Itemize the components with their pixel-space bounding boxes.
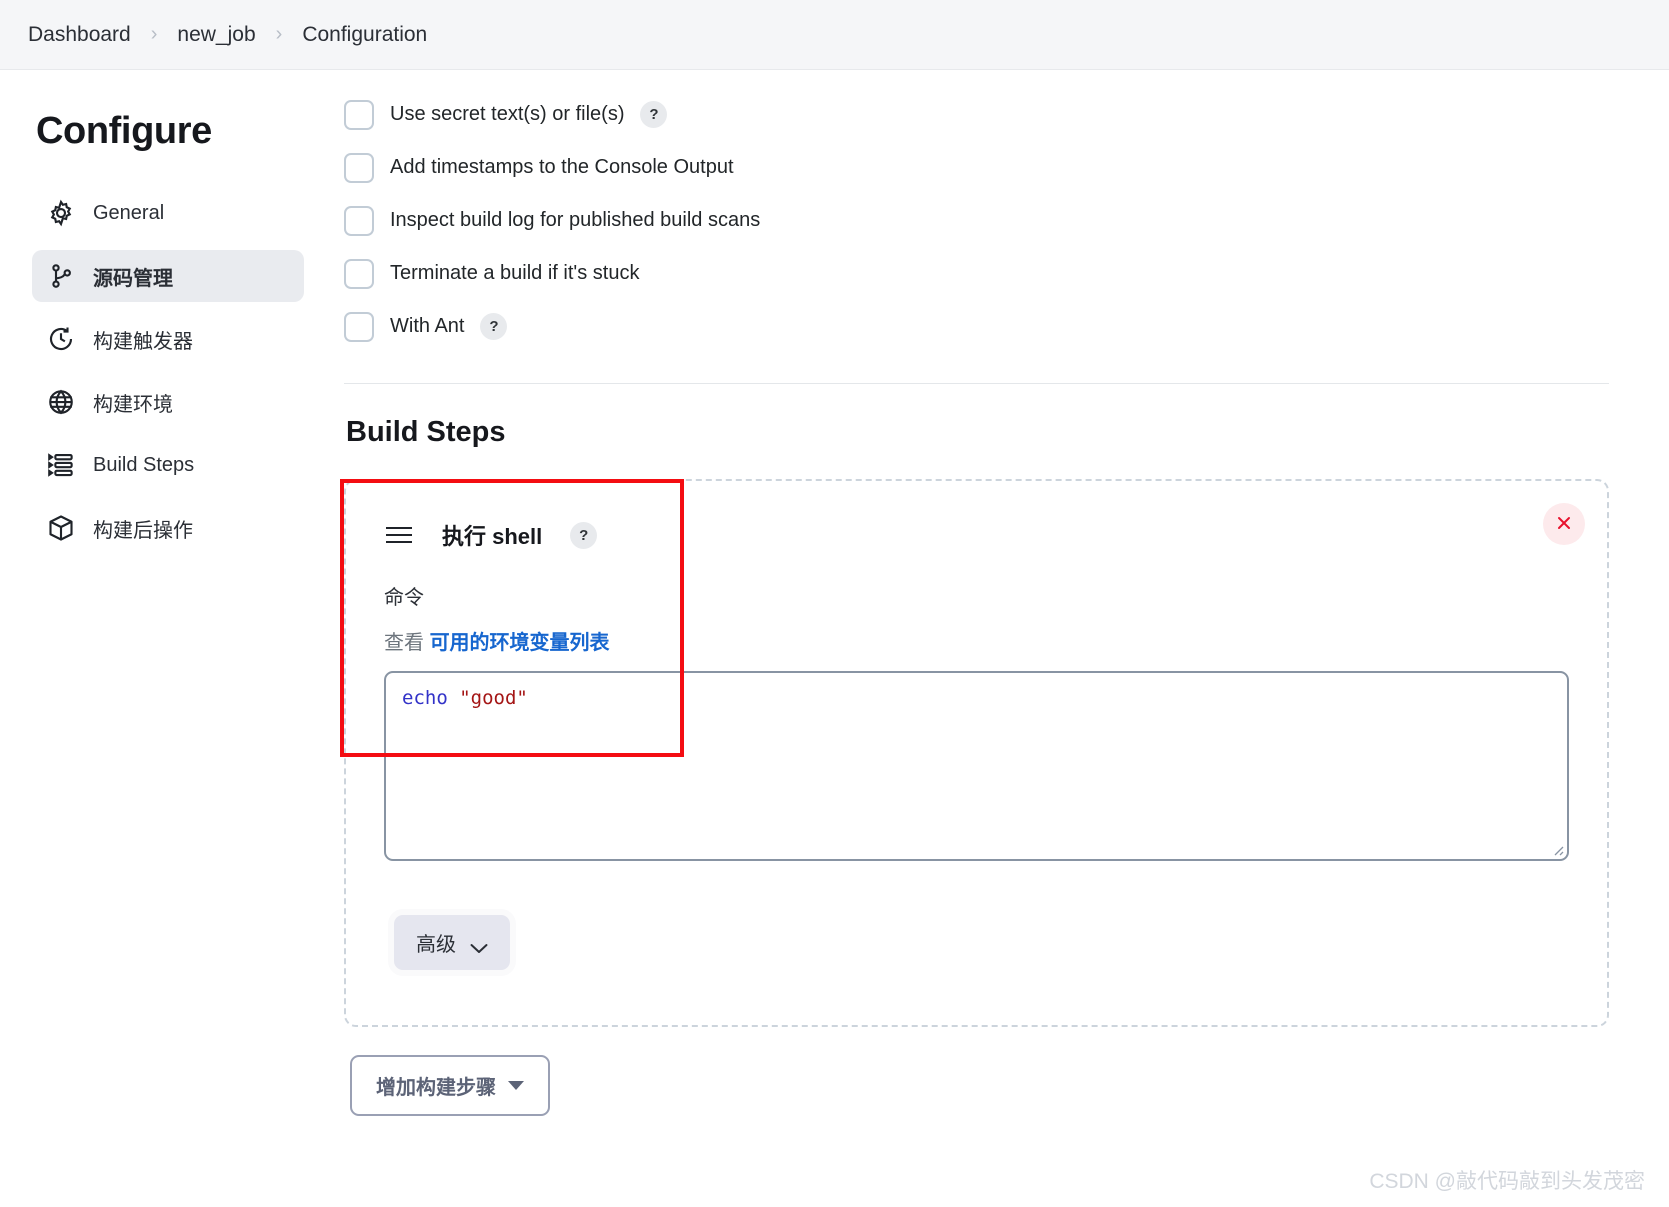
env-hint-prefix: 查看 xyxy=(384,632,424,654)
sidebar-item-label: 构建后操作 xyxy=(93,519,193,542)
textarea-resize-handle[interactable] xyxy=(1550,842,1564,856)
env-variables-hint: 查看 可用的环境变量列表 xyxy=(384,626,1581,655)
checkbox-row: Use secret text(s) or file(s) ? xyxy=(344,88,1609,141)
build-steps-heading: Build Steps xyxy=(346,416,506,448)
sidebar-item-post-build-actions[interactable]: 构建后操作 xyxy=(32,502,304,554)
page-title: Configure xyxy=(36,110,212,152)
main-content: Use secret text(s) or file(s) ? Add time… xyxy=(330,70,1669,1116)
checkbox-add-timestamps[interactable] xyxy=(344,152,374,183)
checkbox-terminate-stuck-build[interactable] xyxy=(344,258,374,289)
code-line: echo "good" xyxy=(402,685,1551,711)
add-build-step-button[interactable]: 增加构建步骤 xyxy=(350,1055,550,1116)
command-field-label: 命令 xyxy=(384,587,424,609)
caret-down-icon xyxy=(508,1081,524,1090)
breadcrumb-item-job[interactable]: new_job xyxy=(171,19,261,51)
checkbox-row: Terminate a build if it's stuck xyxy=(344,247,1609,300)
checkbox-row: Add timestamps to the Console Output xyxy=(344,141,1609,194)
code-token-string: "good" xyxy=(459,687,528,709)
drag-handle-icon[interactable] xyxy=(384,524,414,546)
chevron-right-icon: › xyxy=(150,23,158,45)
list-steps-icon xyxy=(46,450,76,480)
sidebar-item-general[interactable]: General xyxy=(32,187,304,239)
build-step-header: 执行 shell ? xyxy=(384,519,1581,551)
source-branch-icon xyxy=(46,261,76,291)
section-divider xyxy=(344,383,1609,384)
checkbox-row: Inspect build log for published build sc… xyxy=(344,194,1609,247)
help-icon[interactable]: ? xyxy=(480,313,508,340)
breadcrumb-item-dashboard[interactable]: Dashboard xyxy=(22,19,137,51)
sidebar-item-build-triggers[interactable]: 构建触发器 xyxy=(32,313,304,365)
sidebar-item-label: 源码管理 xyxy=(93,267,173,290)
chevron-down-icon xyxy=(470,937,488,953)
build-steps-container: 执行 shell ? 命令 查看 可用的环境变量列表 echo "good" 高… xyxy=(340,479,1609,1027)
checkbox-with-ant[interactable] xyxy=(344,311,374,342)
help-icon[interactable]: ? xyxy=(570,521,598,549)
checkbox-label: Use secret text(s) or file(s) xyxy=(390,103,625,125)
build-environment-checkbox-list: Use secret text(s) or file(s) ? Add time… xyxy=(344,88,1609,353)
add-build-step-label: 增加构建步骤 xyxy=(376,1077,496,1099)
sidebar-item-label: General xyxy=(93,201,165,224)
checkbox-row: With Ant ? xyxy=(344,300,1609,353)
sidebar-item-label: Build Steps xyxy=(93,453,195,476)
breadcrumb-item-configuration[interactable]: Configuration xyxy=(296,19,433,51)
advanced-button-label: 高级 xyxy=(416,934,456,956)
checkbox-use-secret-text[interactable] xyxy=(344,99,374,130)
sidebar: Configure General 源码管理 构建触发器 构建环境 Build … xyxy=(0,70,330,565)
command-textarea[interactable]: echo "good" xyxy=(384,671,1569,861)
checkbox-label: Terminate a build if it's stuck xyxy=(390,262,640,284)
code-token-command: echo xyxy=(402,687,448,709)
clock-icon xyxy=(46,324,76,354)
sidebar-item-label: 构建环境 xyxy=(93,393,173,416)
watermark: CSDN @敲代码敲到头发茂密 xyxy=(1369,1170,1645,1193)
close-icon xyxy=(1554,513,1574,536)
checkbox-label: Inspect build log for published build sc… xyxy=(390,209,761,231)
package-icon xyxy=(46,513,76,543)
sidebar-item-build-steps[interactable]: Build Steps xyxy=(32,439,304,491)
breadcrumb: Dashboard › new_job › Configuration xyxy=(0,0,1669,70)
gear-icon xyxy=(46,198,76,228)
checkbox-inspect-build-log[interactable] xyxy=(344,205,374,236)
env-variables-link[interactable]: 可用的环境变量列表 xyxy=(430,632,610,654)
advanced-toggle-button[interactable]: 高级 xyxy=(394,915,510,970)
chevron-right-icon: › xyxy=(275,23,283,45)
checkbox-label: Add timestamps to the Console Output xyxy=(390,156,734,178)
sidebar-item-label: 构建触发器 xyxy=(93,330,193,353)
remove-step-button[interactable] xyxy=(1543,503,1585,545)
page-body: Configure General 源码管理 构建触发器 构建环境 Build … xyxy=(0,70,1669,1207)
sidebar-item-source-control[interactable]: 源码管理 xyxy=(32,250,304,302)
help-icon[interactable]: ? xyxy=(640,101,668,128)
build-step-card: 执行 shell ? 命令 查看 可用的环境变量列表 echo "good" 高… xyxy=(344,479,1609,1027)
build-step-title: 执行 shell xyxy=(442,524,543,549)
checkbox-label: With Ant xyxy=(390,315,465,337)
globe-icon xyxy=(46,387,76,417)
sidebar-item-build-environment[interactable]: 构建环境 xyxy=(32,376,304,428)
